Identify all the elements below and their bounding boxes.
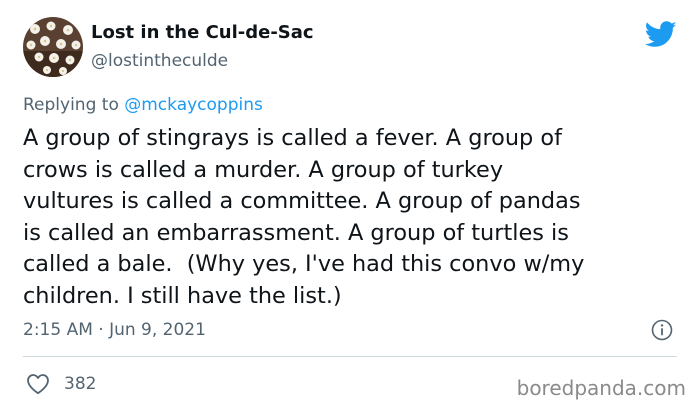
info-icon[interactable] — [650, 318, 674, 342]
replying-to-label: Replying to — [23, 95, 125, 115]
avatar[interactable] — [23, 17, 83, 77]
divider — [23, 356, 677, 357]
tweet-text: A group of stingrays is called a fever. … — [23, 125, 585, 309]
flower-avatar-image — [23, 17, 83, 77]
display-name[interactable]: Lost in the Cul-de-Sac — [91, 22, 314, 43]
replying-to: Replying to @mckaycoppins — [23, 95, 263, 115]
tweet-timestamp[interactable]: 2:15 AM · Jun 9, 2021 — [23, 320, 206, 340]
heart-icon[interactable] — [26, 373, 50, 395]
twitter-bird-icon[interactable] — [645, 21, 677, 48]
like-count: 382 — [64, 374, 97, 394]
mention-link[interactable]: @mckaycoppins — [124, 95, 263, 115]
source-watermark: boredpanda.com — [516, 376, 686, 400]
user-handle[interactable]: @lostintheculde — [91, 51, 228, 71]
